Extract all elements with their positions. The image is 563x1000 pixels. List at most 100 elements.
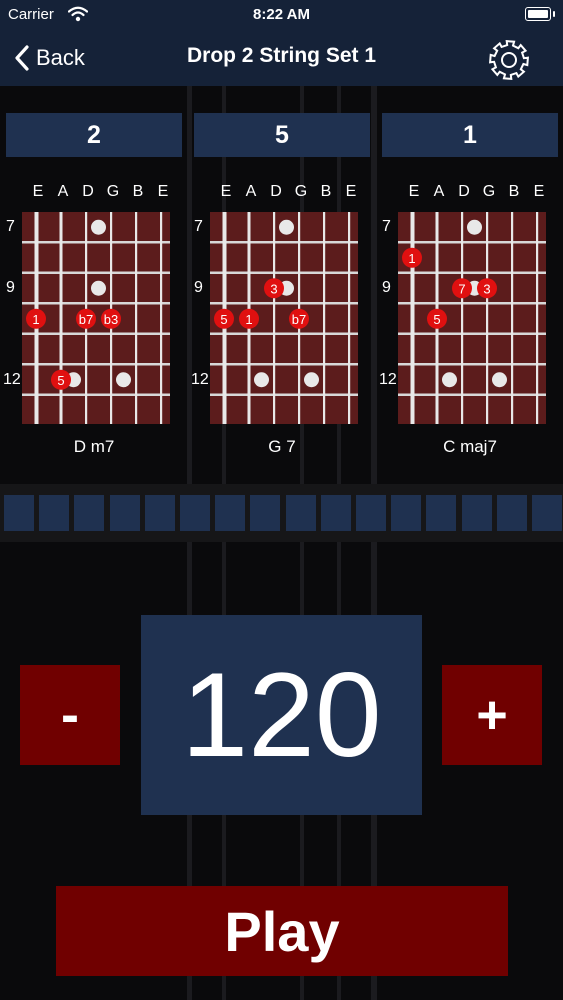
fret-line <box>398 302 546 305</box>
chord-degree: 5 <box>275 120 289 149</box>
fret-number: 12 <box>3 370 21 388</box>
tempo-decrease-button[interactable]: - <box>20 665 120 765</box>
svg-text:7: 7 <box>458 281 465 296</box>
string-line <box>59 212 63 424</box>
string-names: EADGBE <box>28 183 178 203</box>
note-marker: b7 <box>289 308 309 329</box>
fret-line <box>210 363 358 366</box>
string-names: EADGBE <box>216 183 366 203</box>
play-label: Play <box>224 899 340 963</box>
inlay-dot <box>304 372 319 388</box>
string-name: B <box>320 183 332 200</box>
beat-cell <box>109 495 140 531</box>
fret-line <box>398 363 546 366</box>
chord-degree-box[interactable]: 2 <box>6 113 182 157</box>
note-marker: 5 <box>51 369 71 390</box>
tempo-display: 120 <box>141 615 422 815</box>
string-name: B <box>132 183 144 200</box>
beat-cell <box>532 495 562 531</box>
chord-degree-box[interactable]: 1 <box>382 113 558 157</box>
beat-cell <box>356 495 386 531</box>
chord-panel-3: 1 EADGBE 7 9 12 1735 C maj7 <box>379 113 558 456</box>
svg-text:5: 5 <box>433 312 440 327</box>
fret-line <box>210 271 358 274</box>
string-line <box>323 212 326 424</box>
back-button[interactable]: Back <box>14 42 85 74</box>
string-name: G <box>106 183 120 200</box>
fret-number: 7 <box>382 218 391 236</box>
beat-cell <box>144 495 175 531</box>
bg-string <box>187 85 192 1000</box>
beat-cell <box>250 495 281 531</box>
fret-line <box>22 271 170 274</box>
tempo-increase-button[interactable]: + <box>442 665 542 765</box>
fret-number: 12 <box>379 370 397 388</box>
beat-cell <box>39 495 70 531</box>
status-bar: Carrier 8:22 AM <box>0 0 563 30</box>
string-name: G <box>294 183 308 200</box>
fret-line <box>210 241 358 244</box>
fret-line <box>398 393 546 396</box>
fret-line <box>210 302 358 305</box>
gear-icon[interactable] <box>487 38 531 82</box>
chevron-left-icon <box>15 45 29 71</box>
fret-line <box>22 363 170 366</box>
fret-line <box>398 271 546 274</box>
fret-line <box>22 393 170 396</box>
fretboard-wood <box>398 212 546 424</box>
svg-text:1: 1 <box>32 312 39 327</box>
inlay-dot <box>279 219 294 235</box>
string-line <box>511 212 514 424</box>
beat-cell <box>320 495 351 531</box>
fret-number: 9 <box>382 279 391 297</box>
string-name: A <box>245 183 257 200</box>
string-names: EADGBE <box>404 183 554 203</box>
string-line <box>461 212 464 424</box>
string-name: D <box>82 183 94 200</box>
note-marker: 7 <box>452 278 472 299</box>
string-line <box>486 212 489 424</box>
note-marker: 5 <box>427 308 447 329</box>
inlay-dot <box>116 372 131 388</box>
beat-cell <box>74 495 105 531</box>
note-marker: 3 <box>477 278 497 299</box>
chord-degree-box[interactable]: 5 <box>194 113 370 157</box>
string-line <box>536 212 539 424</box>
note-marker: 1 <box>239 308 259 329</box>
fret-number: 9 <box>194 279 203 297</box>
tempo-value: 120 <box>181 648 382 782</box>
inlay-dot <box>254 372 269 388</box>
svg-text:5: 5 <box>57 373 64 388</box>
svg-text:b7: b7 <box>292 312 306 327</box>
string-line <box>135 212 138 424</box>
play-button[interactable]: Play <box>56 886 508 976</box>
chord-degree: 2 <box>87 120 101 149</box>
minus-label: - <box>61 685 79 745</box>
svg-text:3: 3 <box>483 281 490 296</box>
string-line <box>348 212 351 424</box>
string-name: E <box>220 183 232 200</box>
svg-text:b3: b3 <box>104 312 118 327</box>
fretboard: 1 b7 b3 5 <box>22 212 170 424</box>
fretboard: 3 5 1 b7 <box>210 212 358 424</box>
inlay-dot <box>91 280 106 296</box>
navigation-bar: Back Drop 2 String Set 1 <box>0 30 563 86</box>
fret-line <box>210 332 358 335</box>
string-name: A <box>57 183 69 200</box>
string-name: E <box>408 183 420 200</box>
inlay-dot <box>467 219 482 235</box>
fret-line <box>22 241 170 244</box>
fret-line <box>398 241 546 244</box>
string-name: E <box>32 183 44 200</box>
beat-cell <box>180 495 210 531</box>
string-name: E <box>157 183 169 200</box>
string-name: E <box>533 183 545 200</box>
note-marker: b7 <box>76 308 96 329</box>
beat-cell <box>4 495 34 531</box>
note-marker: 1 <box>26 308 46 329</box>
note-marker: b3 <box>101 308 121 329</box>
chord-name: D m7 <box>73 437 115 456</box>
beat-cell <box>426 495 457 531</box>
bg-string <box>371 85 377 1000</box>
fretboard: 17 35 <box>398 212 546 424</box>
